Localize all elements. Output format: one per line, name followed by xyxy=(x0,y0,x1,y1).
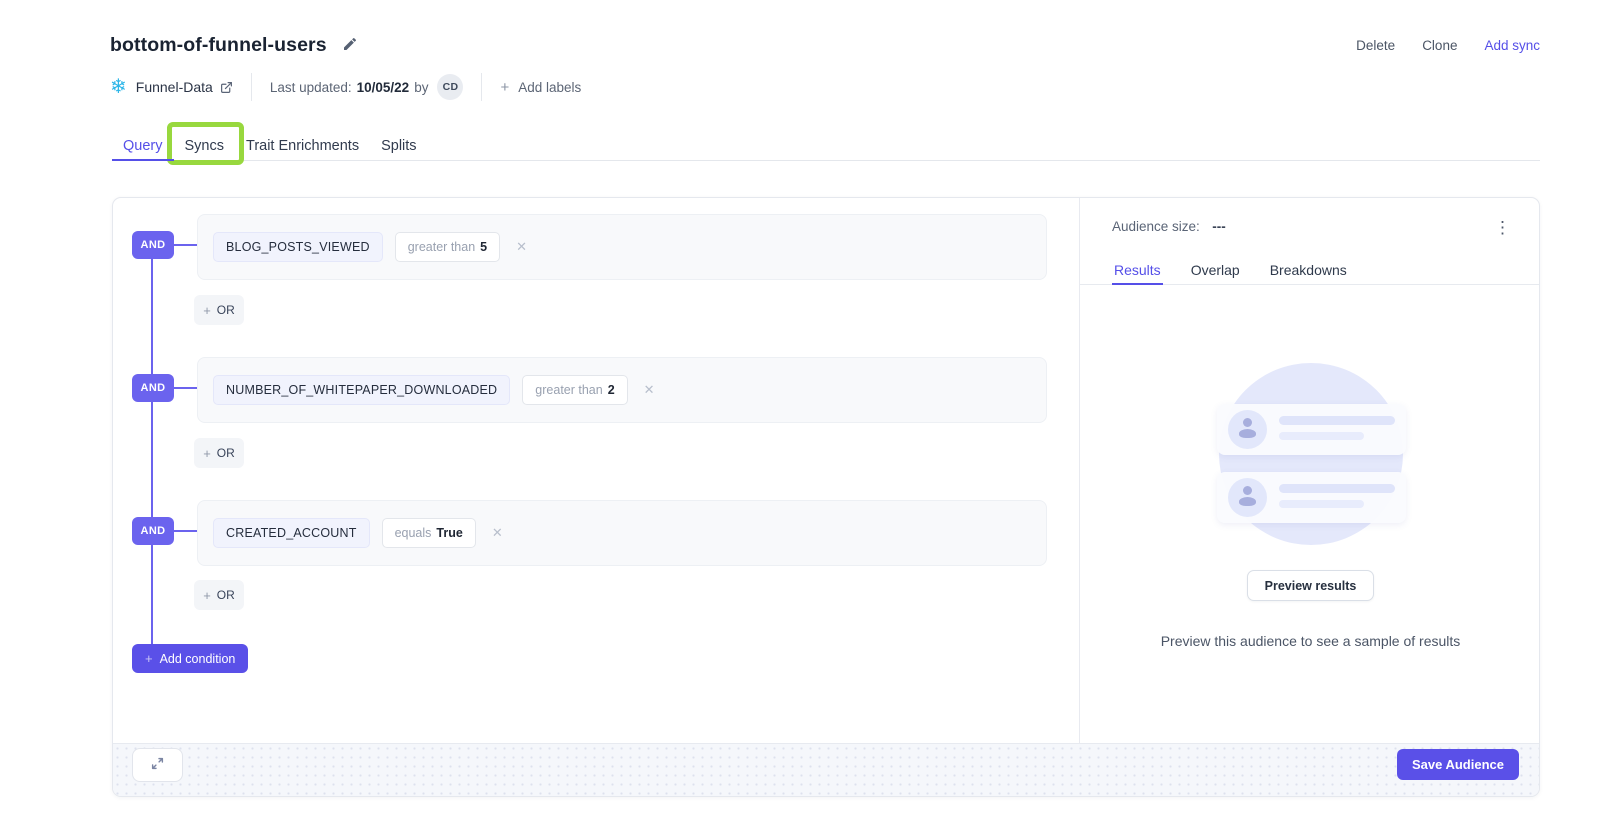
plus-icon: + xyxy=(500,79,509,96)
audience-size-label: Audience size: xyxy=(1112,219,1200,234)
last-updated-date: 10/05/22 xyxy=(357,80,410,95)
tab-splits[interactable]: Splits xyxy=(370,130,427,161)
connector-line xyxy=(151,245,153,644)
add-or-button[interactable]: + OR xyxy=(194,295,244,325)
delete-button[interactable]: Delete xyxy=(1356,38,1395,53)
and-badge[interactable]: AND xyxy=(132,231,174,259)
connector-line xyxy=(173,530,197,532)
builder-footer: Save Audience xyxy=(113,743,1539,797)
tab-query[interactable]: Query xyxy=(112,130,174,161)
attribute-chip[interactable]: BLOG_POSTS_VIEWED xyxy=(213,232,383,262)
page-title: bottom-of-funnel-users xyxy=(110,34,327,57)
operator-label: greater than xyxy=(408,240,475,254)
operator-label: equals xyxy=(395,526,432,540)
empty-state-caption: Preview this audience to see a sample of… xyxy=(1161,633,1461,649)
add-labels-label: Add labels xyxy=(518,80,581,95)
edit-title-button[interactable] xyxy=(342,36,358,55)
kebab-menu-icon[interactable]: ⋮ xyxy=(1488,217,1517,238)
or-label: OR xyxy=(217,446,235,460)
illustration-row xyxy=(1217,472,1406,523)
results-tabs: Results Overlap Breakdowns xyxy=(1080,255,1540,285)
audience-meta: ❄ Funnel-Data Last updated: 10/05/22 by … xyxy=(110,72,581,102)
add-condition-label: Add condition xyxy=(160,652,236,666)
add-or-button[interactable]: + OR xyxy=(194,580,244,610)
plus-icon: + xyxy=(203,588,211,603)
source-link[interactable]: Funnel-Data xyxy=(136,79,213,95)
tab-syncs[interactable]: Syncs xyxy=(174,130,236,161)
operator-value: True xyxy=(436,526,462,540)
attribute-chip[interactable]: NUMBER_OF_WHITEPAPER_DOWNLOADED xyxy=(213,375,510,405)
condition-group: CREATED_ACCOUNT equals True ✕ xyxy=(197,500,1047,566)
attribute-chip[interactable]: CREATED_ACCOUNT xyxy=(213,518,370,548)
plus-icon: + xyxy=(145,651,153,666)
audience-size-value: --- xyxy=(1212,219,1226,234)
condition-group: BLOG_POSTS_VIEWED greater than 5 ✕ xyxy=(197,214,1047,280)
and-badge[interactable]: AND xyxy=(132,374,174,402)
tab-results[interactable]: Results xyxy=(1112,255,1163,285)
operator-value: 2 xyxy=(608,383,615,397)
tab-breakdowns[interactable]: Breakdowns xyxy=(1268,255,1349,285)
operator-chip[interactable]: greater than 5 xyxy=(395,232,500,262)
snowflake-icon: ❄ xyxy=(110,77,127,97)
page-header: bottom-of-funnel-users xyxy=(110,34,358,57)
add-sync-button[interactable]: Add sync xyxy=(1484,38,1540,53)
external-link-icon[interactable] xyxy=(220,81,233,94)
audience-size: Audience size: --- xyxy=(1112,218,1226,236)
audience-page: bottom-of-funnel-users Delete Clone Add … xyxy=(0,0,1605,832)
remove-condition-icon[interactable]: ✕ xyxy=(512,235,531,259)
and-badge[interactable]: AND xyxy=(132,517,174,545)
placeholder-line xyxy=(1279,416,1395,425)
operator-label: greater than xyxy=(535,383,602,397)
add-condition-button[interactable]: + Add condition xyxy=(132,644,248,673)
add-labels-button[interactable]: + Add labels xyxy=(500,79,581,96)
placeholder-line xyxy=(1279,484,1395,493)
audience-builder-card: AND BLOG_POSTS_VIEWED greater than 5 ✕ +… xyxy=(112,197,1540,797)
or-label: OR xyxy=(217,588,235,602)
save-audience-button[interactable]: Save Audience xyxy=(1397,749,1519,780)
divider xyxy=(481,73,482,101)
condition-group: NUMBER_OF_WHITEPAPER_DOWNLOADED greater … xyxy=(197,357,1047,423)
expand-icon xyxy=(150,756,165,774)
divider xyxy=(251,73,252,101)
clone-button[interactable]: Clone xyxy=(1422,38,1457,53)
by-label: by xyxy=(414,80,428,95)
user-avatar-icon xyxy=(1228,410,1267,449)
add-or-button[interactable]: + OR xyxy=(194,438,244,468)
placeholder-line xyxy=(1279,432,1364,440)
expand-button[interactable] xyxy=(132,748,183,782)
connector-line xyxy=(173,244,197,246)
illustration-row xyxy=(1217,404,1406,455)
avatar: CD xyxy=(437,74,463,100)
or-label: OR xyxy=(217,303,235,317)
results-panel-header: Audience size: --- ⋮ xyxy=(1112,212,1509,242)
connector-line xyxy=(173,387,197,389)
pencil-icon xyxy=(342,36,358,55)
user-avatar-icon xyxy=(1228,478,1267,517)
placeholder-line xyxy=(1279,500,1364,508)
empty-state: Preview results Preview this audience to… xyxy=(1112,285,1509,649)
plus-icon: + xyxy=(203,446,211,461)
remove-condition-icon[interactable]: ✕ xyxy=(488,521,507,545)
operator-chip[interactable]: greater than 2 xyxy=(522,375,627,405)
tab-trait-enrichments[interactable]: Trait Enrichments xyxy=(235,130,370,161)
preview-results-button[interactable]: Preview results xyxy=(1247,570,1375,601)
results-panel: Audience size: --- ⋮ Results Overlap Bre… xyxy=(1080,198,1540,743)
plus-icon: + xyxy=(203,303,211,318)
operator-chip[interactable]: equals True xyxy=(382,518,476,548)
remove-condition-icon[interactable]: ✕ xyxy=(640,378,659,402)
last-updated-label: Last updated: xyxy=(270,80,352,95)
main-tabs: Query Syncs Trait Enrichments Splits xyxy=(112,130,1540,161)
tab-overlap[interactable]: Overlap xyxy=(1189,255,1242,285)
preview-illustration xyxy=(1219,363,1403,545)
header-actions: Delete Clone Add sync xyxy=(1356,38,1540,53)
query-builder: AND BLOG_POSTS_VIEWED greater than 5 ✕ +… xyxy=(113,198,1079,743)
operator-value: 5 xyxy=(480,240,487,254)
